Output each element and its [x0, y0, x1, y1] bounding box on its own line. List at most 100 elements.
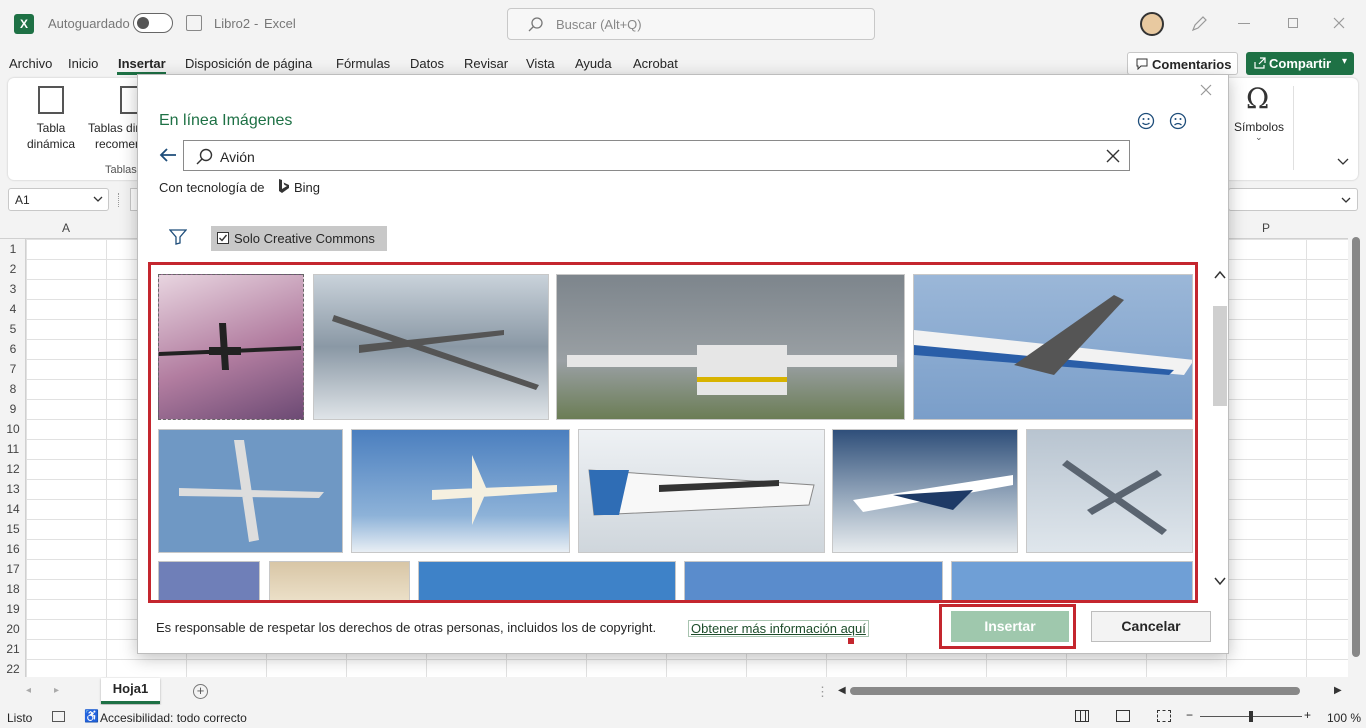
minimize-icon[interactable] [1238, 23, 1250, 24]
close-window-icon[interactable] [1333, 17, 1345, 29]
menu-revisar[interactable]: Revisar [464, 56, 508, 71]
image-result[interactable] [1026, 429, 1193, 553]
cancel-button[interactable]: Cancelar [1091, 611, 1211, 642]
row-number[interactable]: 8 [0, 379, 26, 399]
row-number[interactable]: 15 [0, 519, 26, 539]
image-result[interactable] [951, 561, 1193, 600]
formula-input[interactable] [1228, 188, 1358, 211]
prev-sheet-icon[interactable]: ◂ [26, 685, 31, 696]
airplane-icon [914, 295, 1192, 375]
row-number[interactable]: 3 [0, 279, 26, 299]
image-result[interactable] [351, 429, 570, 553]
sheet-vertical-scrollbar[interactable] [1348, 219, 1366, 677]
row-number[interactable]: 10 [0, 419, 26, 439]
scroll-up-icon[interactable] [1214, 270, 1226, 280]
image-result[interactable] [158, 561, 260, 600]
row-number[interactable]: 9 [0, 399, 26, 419]
image-result[interactable] [913, 274, 1193, 420]
next-sheet-icon[interactable]: ▸ [54, 685, 59, 696]
page-break-icon[interactable] [1157, 710, 1171, 722]
image-result[interactable] [684, 561, 943, 600]
image-result[interactable] [578, 429, 825, 553]
more-info-link[interactable]: Obtener más información aquí [688, 620, 869, 637]
menu-datos[interactable]: Datos [410, 56, 444, 71]
frown-feedback-icon[interactable] [1169, 112, 1187, 130]
macro-icon[interactable] [52, 711, 65, 722]
menu-insertar[interactable]: Insertar [118, 56, 166, 71]
horizontal-scroll-thumb[interactable] [850, 687, 1300, 695]
row-number[interactable]: 6 [0, 339, 26, 359]
page-layout-icon[interactable] [1116, 710, 1130, 722]
recommended-pivot-button[interactable]: Tablas din recomen [88, 86, 138, 156]
menu-ayuda[interactable]: Ayuda [575, 56, 612, 71]
row-number[interactable]: 7 [0, 359, 26, 379]
cc-checkbox[interactable] [217, 232, 229, 244]
share-button[interactable]: Compartir ▾ [1246, 52, 1354, 75]
image-result[interactable] [313, 274, 549, 420]
global-search-box[interactable]: Buscar (Alt+Q) [507, 8, 875, 40]
row-number[interactable]: 1 [0, 239, 26, 259]
back-arrow-icon[interactable] [159, 147, 177, 163]
clear-search-icon[interactable] [1106, 149, 1120, 163]
row-number[interactable]: 18 [0, 579, 26, 599]
row-number[interactable]: 12 [0, 459, 26, 479]
scroll-down-icon[interactable] [1214, 576, 1226, 586]
close-dialog-icon[interactable] [1200, 84, 1212, 96]
zoom-out-icon[interactable]: − [1186, 708, 1193, 722]
smile-feedback-icon[interactable] [1137, 112, 1155, 130]
autosave-toggle[interactable] [133, 13, 173, 33]
comments-button[interactable]: Comentarios [1127, 52, 1238, 75]
add-sheet-icon[interactable]: + [193, 684, 208, 699]
row-number[interactable]: 4 [0, 299, 26, 319]
row-number[interactable]: 14 [0, 499, 26, 519]
scroll-left-icon[interactable]: ◀ [838, 685, 846, 696]
symbols-button[interactable]: Ω Símbolos ⌄ [1230, 82, 1290, 146]
ribbon-collapse-icon[interactable] [1337, 158, 1349, 166]
row-number[interactable]: 20 [0, 619, 26, 639]
row-number[interactable]: 5 [0, 319, 26, 339]
menu-inicio[interactable]: Inicio [68, 56, 98, 71]
results-scrollbar[interactable] [1212, 270, 1228, 586]
row-number[interactable]: 21 [0, 639, 26, 659]
image-result[interactable] [158, 274, 304, 420]
row-number[interactable]: 16 [0, 539, 26, 559]
image-result[interactable] [418, 561, 676, 600]
results-scroll-thumb[interactable] [1213, 306, 1227, 406]
normal-view-icon[interactable] [1075, 710, 1089, 722]
filter-icon[interactable] [169, 229, 187, 245]
zoom-slider-thumb[interactable] [1249, 711, 1253, 722]
row-number[interactable]: 13 [0, 479, 26, 499]
menu-disposicion[interactable]: Disposición de página [185, 56, 312, 71]
restore-icon[interactable] [1288, 18, 1298, 28]
row-number[interactable]: 19 [0, 599, 26, 619]
image-result[interactable] [269, 561, 410, 600]
insert-button[interactable]: Insertar [951, 611, 1069, 642]
sheet-scroll-thumb[interactable] [1352, 237, 1360, 657]
menu-acrobat[interactable]: Acrobat [633, 56, 678, 71]
scroll-right-icon[interactable]: ▶ [1334, 685, 1342, 696]
column-a-header[interactable]: A [62, 221, 70, 235]
image-result[interactable] [832, 429, 1018, 553]
row-number[interactable]: 11 [0, 439, 26, 459]
pivot-table-button[interactable]: Tabla dinámica [20, 86, 82, 156]
image-result[interactable] [556, 274, 905, 420]
split-handle-icon[interactable]: ⋮ [816, 684, 829, 700]
save-icon[interactable] [186, 15, 202, 31]
image-result[interactable] [158, 429, 343, 553]
name-box[interactable]: A1 [8, 188, 109, 211]
menu-archivo[interactable]: Archivo [9, 56, 52, 71]
pen-icon[interactable] [1190, 15, 1208, 33]
column-p-header[interactable]: P [1262, 221, 1270, 235]
image-search-input[interactable]: Avión [183, 140, 1130, 171]
row-number[interactable]: 22 [0, 659, 26, 679]
sheet-tab-hoja1[interactable]: Hoja1 [101, 678, 160, 704]
row-number[interactable]: 2 [0, 259, 26, 279]
avatar[interactable] [1140, 12, 1164, 36]
zoom-level[interactable]: 100 % [1327, 711, 1361, 725]
accessibility-status[interactable]: Accesibilidad: todo correcto [100, 711, 247, 725]
row-number[interactable]: 17 [0, 559, 26, 579]
menu-vista[interactable]: Vista [526, 56, 555, 71]
menu-formulas[interactable]: Fórmulas [336, 56, 390, 71]
zoom-in-icon[interactable]: + [1304, 708, 1311, 722]
creative-commons-filter[interactable]: Solo Creative Commons [211, 226, 387, 251]
